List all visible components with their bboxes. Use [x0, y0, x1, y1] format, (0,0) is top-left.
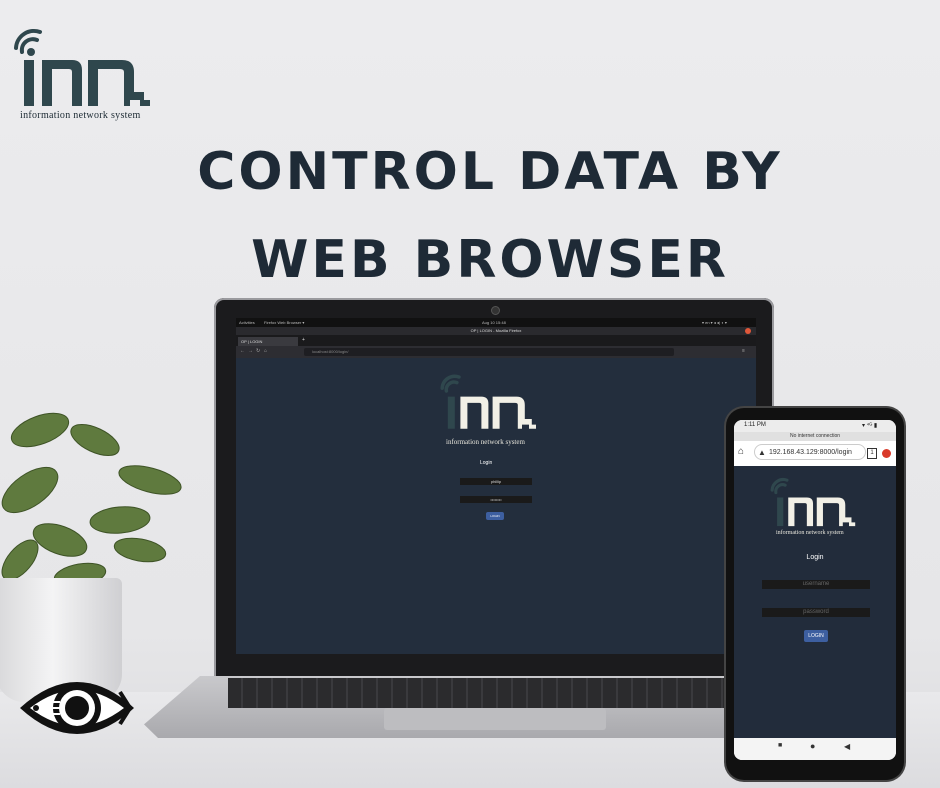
laptop-keyboard [228, 678, 760, 708]
os-clock[interactable]: Aug 10 15:48 [482, 320, 506, 325]
phone-login-heading: Login [806, 554, 824, 561]
password-input[interactable]: •••••••• [460, 496, 532, 503]
page-tagline: information network system [446, 438, 525, 446]
connection-banner: No internet connection [734, 432, 896, 441]
home-icon[interactable]: ⌂ [738, 446, 744, 457]
phone-login-button[interactable]: LOGIN [804, 630, 828, 642]
laptop-trackpad [384, 708, 606, 730]
menu-icon[interactable]: ≡ [742, 348, 745, 354]
phone-page-tagline: information network system [776, 530, 844, 536]
phone-password-input[interactable]: password [762, 608, 870, 617]
menu-icon[interactable] [882, 449, 891, 458]
activities-button[interactable]: Activities [239, 320, 255, 325]
inn-logo [14, 28, 150, 106]
phone-url-text: 192.168.43.129:8000/login [769, 449, 852, 456]
eye-circuit-logo [20, 682, 134, 734]
login-heading: Login [480, 460, 493, 466]
login-button[interactable]: LOGIN [486, 512, 504, 520]
phone-clock: 1:11 PM [744, 422, 766, 428]
plant-leaves [1, 412, 182, 588]
page-logo [440, 374, 536, 429]
home-icon[interactable]: ⌂ [264, 348, 267, 354]
close-window-icon[interactable] [745, 328, 751, 334]
warning-icon[interactable]: ▲ [758, 448, 766, 457]
headline: CONTROL DATA BY WEB BROWSER [197, 142, 783, 290]
tab-bar [236, 335, 756, 346]
app-menu[interactable]: Firefox Web Browser ▾ [264, 320, 304, 325]
login-page: information network system Login phillip… [236, 358, 756, 654]
url-field[interactable]: localhost:8000/login/ [304, 348, 674, 356]
phone-username-input[interactable]: username [762, 580, 870, 589]
system-tray[interactable]: ▾ en ▾ ◂ ◂) ◐ ▾ [702, 320, 727, 325]
laptop-screen: Activities Firefox Web Browser ▾ Aug 10 … [236, 318, 756, 654]
phone-login-page: information network system Login usernam… [734, 466, 896, 738]
back-icon[interactable]: ← [240, 348, 245, 354]
reload-icon[interactable]: ↻ [256, 348, 260, 354]
new-tab-button[interactable]: + [302, 337, 305, 343]
username-input[interactable]: phillip [460, 478, 532, 485]
phone-signal-icons: ▾ ⁴ᴳ ▮ [862, 423, 878, 429]
webcam-icon [491, 306, 500, 315]
home-button[interactable]: ● [810, 741, 815, 751]
phone-page-logo [770, 478, 856, 527]
recent-apps-button[interactable]: ■ [778, 742, 782, 749]
back-button[interactable]: ◀ [844, 742, 850, 751]
tab-login[interactable]: OP | LOGIN [238, 337, 298, 346]
os-top-bar: Activities Firefox Web Browser ▾ Aug 10 … [236, 318, 756, 327]
phone-url-field[interactable]: 192.168.43.129:8000/login [754, 444, 866, 460]
window-title: OP | LOGIN - Mozilla Firefox [236, 327, 756, 335]
tab-count-icon[interactable]: 1 [867, 448, 877, 459]
phone-nav-bar: ■ ● ◀ [734, 738, 896, 760]
phone-screen: 1:11 PM ▾ ⁴ᴳ ▮ No internet connection ⌂ … [734, 420, 896, 760]
forward-icon[interactable]: → [248, 348, 253, 354]
logo-tagline: information network system [20, 110, 141, 121]
